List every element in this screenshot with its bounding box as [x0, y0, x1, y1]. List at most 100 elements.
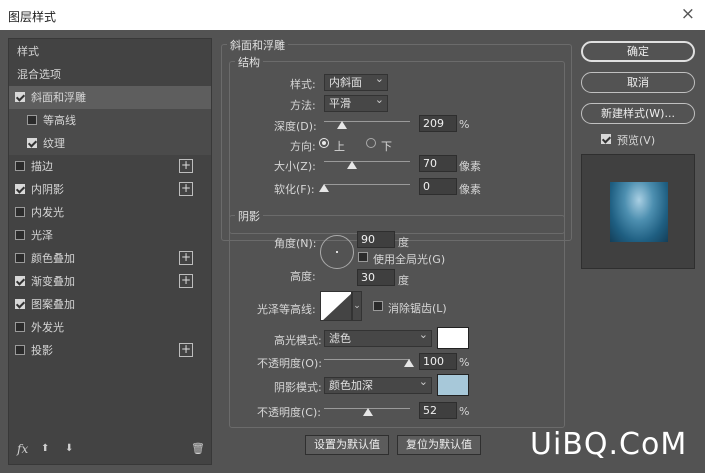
sidebar-item-label: 图案叠加 [31, 298, 75, 311]
highlight-opacity-track[interactable] [324, 359, 410, 360]
sidebar-item[interactable]: 外发光 [9, 316, 211, 339]
make-default-button[interactable]: 设置为默认值 [305, 435, 389, 455]
bevel-panel: 斜面和浮雕 结构 样式: 内斜面 方法: 平滑 深度(D): 209 % 方向:… [221, 37, 572, 465]
sidebar-item[interactable]: 内发光 [9, 201, 211, 224]
sidebar-item[interactable]: 颜色叠加 + [9, 247, 211, 270]
sidebar-item-checkbox[interactable] [15, 92, 25, 102]
sidebar-item-checkbox[interactable] [15, 230, 25, 240]
cancel-button[interactable]: 取消 [581, 72, 695, 93]
altitude-input[interactable]: 30 [357, 269, 395, 286]
global-light-checkbox[interactable] [358, 252, 368, 262]
sidebar-item-checkbox[interactable] [15, 345, 25, 355]
sidebar-item[interactable]: 混合选项 [9, 63, 211, 86]
shadow-opacity-thumb[interactable] [363, 408, 373, 416]
close-icon[interactable]: × [681, 4, 695, 24]
anti-alias-checkbox[interactable] [373, 301, 383, 311]
reset-default-button[interactable]: 复位为默认值 [397, 435, 481, 455]
sidebar-item-checkbox[interactable] [15, 207, 25, 217]
altitude-label: 高度: [290, 270, 316, 283]
shadow-opacity-input[interactable]: 52 [419, 402, 457, 419]
soften-input[interactable]: 0 [419, 178, 457, 195]
sidebar-item[interactable]: 渐变叠加 + [9, 270, 211, 293]
shadow-color-swatch[interactable] [437, 374, 469, 396]
sidebar-item-label: 投影 [31, 344, 53, 357]
contour-curve-icon [323, 293, 351, 320]
sidebar-item[interactable]: 内阴影 + [9, 178, 211, 201]
sidebar-item-label: 光泽 [31, 229, 53, 242]
size-slider-track[interactable] [324, 161, 410, 162]
size-input[interactable]: 70 [419, 155, 457, 172]
dialog-title: 图层样式 [8, 10, 57, 24]
size-unit: 像素 [459, 160, 481, 173]
sidebar-item[interactable]: 纹理 [9, 132, 211, 155]
global-light-label: 使用全局光(G) [373, 253, 446, 266]
direction-down-radio[interactable] [366, 138, 376, 148]
add-effect-icon[interactable]: + [179, 251, 193, 265]
shadow-opacity-unit: % [459, 405, 470, 418]
shadow-mode-select[interactable]: 颜色加深 [324, 374, 432, 394]
depth-input[interactable]: 209 [419, 115, 457, 132]
new-style-button[interactable]: 新建样式(W)... [581, 103, 695, 124]
depth-unit: % [459, 118, 470, 131]
watermark-text: UiBQ.CoM [530, 427, 688, 462]
sidebar-item[interactable]: 样式 [9, 40, 211, 63]
depth-slider-thumb[interactable] [337, 121, 347, 129]
direction-label: 方向: [290, 140, 316, 153]
sidebar-item-label: 纹理 [43, 137, 65, 150]
sidebar-item[interactable]: 描边 + [9, 155, 211, 178]
shading-title: 阴影 [235, 208, 263, 224]
style-label: 样式: [290, 78, 316, 91]
direction-up-radio[interactable] [319, 138, 329, 148]
sidebar-item-checkbox[interactable] [27, 138, 37, 148]
soften-slider-track[interactable] [324, 184, 410, 185]
angle-unit: 度 [398, 236, 409, 249]
highlight-color-swatch[interactable] [437, 327, 469, 349]
highlight-opacity-thumb[interactable] [404, 359, 414, 367]
add-effect-icon[interactable]: + [179, 343, 193, 357]
sidebar-item[interactable]: 投影 + [9, 339, 211, 362]
angle-dial[interactable] [320, 235, 354, 269]
fx-icon[interactable]: fx [17, 442, 28, 456]
move-up-icon[interactable]: ⬆ [41, 443, 49, 454]
add-effect-icon[interactable]: + [179, 159, 193, 173]
highlight-mode-select[interactable]: 滤色 [324, 327, 432, 347]
direction-down-label: 下 [381, 140, 392, 153]
add-effect-icon[interactable]: + [179, 274, 193, 288]
sidebar-item[interactable]: 光泽 [9, 224, 211, 247]
preview-thumbnail [610, 182, 668, 242]
sidebar-item[interactable]: 图案叠加 [9, 293, 211, 316]
sidebar-item-checkbox[interactable] [27, 115, 37, 125]
ok-button[interactable]: 确定 [581, 41, 695, 62]
highlight-opacity-input[interactable]: 100 [419, 353, 457, 370]
structure-title: 结构 [235, 54, 263, 70]
sidebar-item-label: 描边 [31, 160, 53, 173]
structure-group [229, 61, 565, 234]
angle-input[interactable]: 90 [357, 231, 395, 248]
sidebar-item-checkbox[interactable] [15, 253, 25, 263]
highlight-opacity-label: 不透明度(O): [257, 357, 322, 370]
add-effect-icon[interactable]: + [179, 182, 193, 196]
altitude-unit: 度 [398, 274, 409, 287]
sidebar-item-checkbox[interactable] [15, 184, 25, 194]
sidebar-item-label: 内阴影 [31, 183, 64, 196]
sidebar-item[interactable]: 斜面和浮雕 [9, 86, 211, 109]
size-slider-thumb[interactable] [347, 161, 357, 169]
sidebar-item-label: 内发光 [31, 206, 64, 219]
sidebar-item-checkbox[interactable] [15, 299, 25, 309]
preview-checkbox[interactable] [601, 134, 611, 144]
gloss-contour-label: 光泽等高线: [257, 303, 316, 316]
move-down-icon[interactable]: ⬇ [65, 443, 73, 454]
trash-icon[interactable]: 🗑 [191, 442, 205, 455]
size-label: 大小(Z): [274, 160, 316, 173]
sidebar-item-checkbox[interactable] [15, 161, 25, 171]
sidebar-item-checkbox[interactable] [15, 276, 25, 286]
technique-select[interactable]: 平滑 [324, 92, 388, 112]
gloss-contour-swatch[interactable] [320, 291, 352, 321]
chevron-down-icon[interactable]: ⌄ [352, 291, 362, 321]
style-select[interactable]: 内斜面 [324, 71, 388, 91]
dialog-titlebar: 图层样式 × [0, 0, 705, 30]
soften-slider-thumb[interactable] [319, 184, 329, 192]
sidebar-item-label: 等高线 [43, 114, 76, 127]
sidebar-item[interactable]: 等高线 [9, 109, 211, 132]
sidebar-item-checkbox[interactable] [15, 322, 25, 332]
